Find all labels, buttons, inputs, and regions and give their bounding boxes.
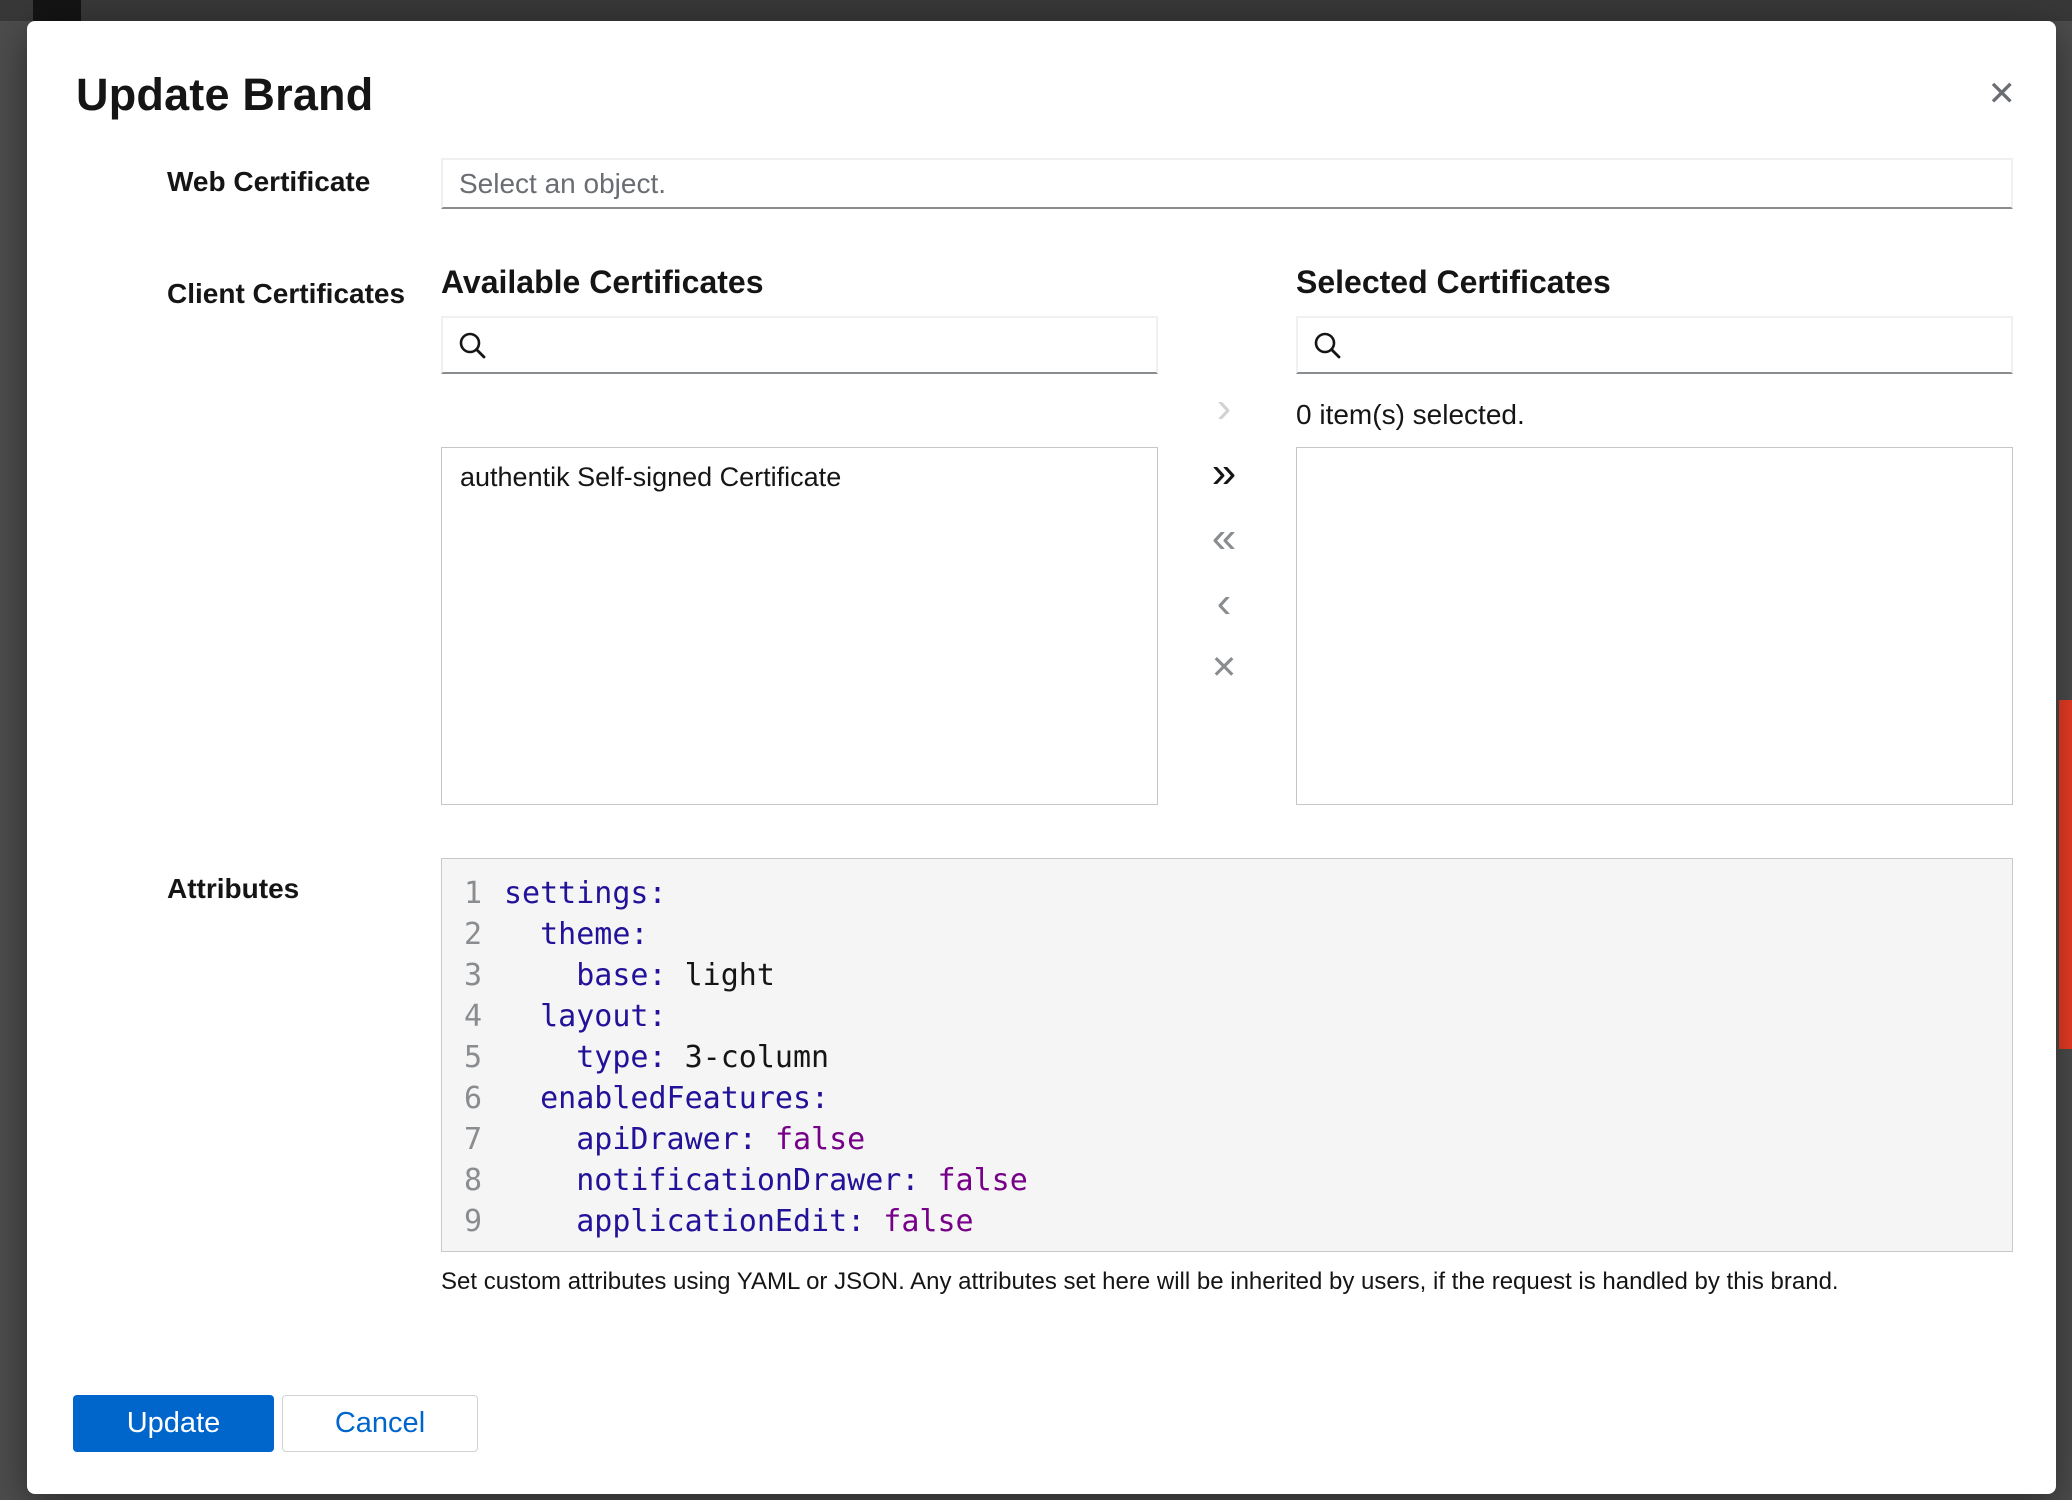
- background-page-top: [0, 0, 2072, 21]
- line-number: 7: [442, 1119, 482, 1160]
- cancel-button[interactable]: Cancel: [282, 1395, 478, 1452]
- move-selected-right-button[interactable]: ›: [1192, 375, 1256, 440]
- available-certificate-item[interactable]: authentik Self-signed Certificate: [442, 448, 1157, 507]
- line-number: 5: [442, 1037, 482, 1078]
- dual-list-controls: ›»«‹✕: [1192, 375, 1256, 700]
- line-number: 4: [442, 996, 482, 1037]
- selected-search-box: [1296, 316, 2013, 374]
- code-line: 3 base: light: [442, 955, 2012, 996]
- search-icon: [457, 330, 487, 360]
- move-all-left-button[interactable]: «: [1192, 505, 1256, 570]
- background-page-corner: [33, 0, 81, 21]
- line-number: 1: [442, 873, 482, 914]
- selected-search-input[interactable]: [1354, 329, 1997, 361]
- client-certificates-label: Client Certificates: [167, 278, 405, 310]
- code-line: 8 notificationDrawer: false: [442, 1160, 2012, 1201]
- search-icon: [1312, 330, 1342, 360]
- code-line: 1settings:: [442, 873, 2012, 914]
- selected-certificates-heading: Selected Certificates: [1296, 264, 1611, 301]
- selected-certificates-list[interactable]: [1296, 447, 2013, 805]
- code-line: 5 type: 3-column: [442, 1037, 2012, 1078]
- code-line: 2 theme:: [442, 914, 2012, 955]
- attributes-label: Attributes: [167, 873, 299, 905]
- update-button[interactable]: Update: [73, 1395, 274, 1452]
- line-number: 6: [442, 1078, 482, 1119]
- available-search-input[interactable]: [499, 329, 1142, 361]
- move-all-right-button[interactable]: »: [1192, 440, 1256, 505]
- close-icon[interactable]: ✕: [1988, 77, 2017, 111]
- clear-selection-button[interactable]: ✕: [1192, 635, 1256, 700]
- selected-count-status: 0 item(s) selected.: [1296, 399, 1525, 431]
- attributes-code-editor[interactable]: 1settings:2 theme:3 base: light4 layout:…: [441, 858, 2013, 1252]
- code-line: 7 apiDrawer: false: [442, 1119, 2012, 1160]
- line-number: 9: [442, 1201, 482, 1242]
- code-line: 9 applicationEdit: false: [442, 1201, 2012, 1242]
- web-certificate-select[interactable]: [441, 158, 2013, 209]
- notification-accent-bar: [2059, 700, 2072, 1049]
- code-line: 6 enabledFeatures:: [442, 1078, 2012, 1119]
- web-certificate-label: Web Certificate: [167, 166, 370, 198]
- line-number: 8: [442, 1160, 482, 1201]
- available-search-box: [441, 316, 1158, 374]
- modal-title: Update Brand: [76, 69, 373, 121]
- line-number: 2: [442, 914, 482, 955]
- attributes-help-text: Set custom attributes using YAML or JSON…: [441, 1268, 2033, 1296]
- update-brand-modal: Update Brand ✕ Web Certificate Client Ce…: [27, 21, 2056, 1494]
- move-selected-left-button[interactable]: ‹: [1192, 570, 1256, 635]
- line-number: 3: [442, 955, 482, 996]
- available-certificates-heading: Available Certificates: [441, 264, 764, 301]
- available-certificates-list[interactable]: authentik Self-signed Certificate: [441, 447, 1158, 805]
- code-line: 4 layout:: [442, 996, 2012, 1037]
